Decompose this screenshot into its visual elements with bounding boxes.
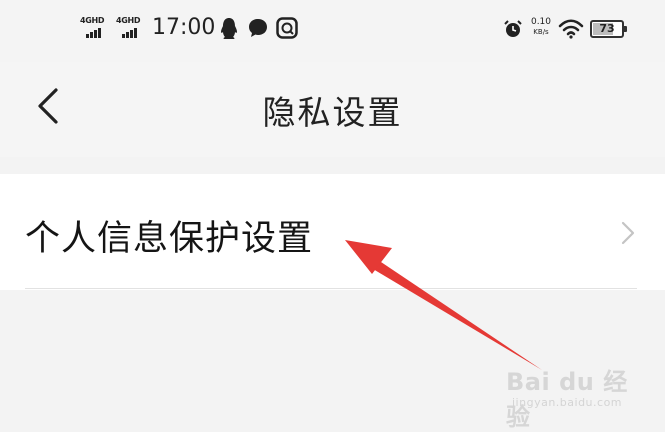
status-time: 17:00 (152, 15, 216, 40)
signal-4g-icon: 4GHD (80, 16, 110, 40)
signal-label: 4GHD (116, 16, 141, 25)
signal-4g-icon: 4GHD (116, 16, 146, 40)
chat-bubble-icon (249, 19, 267, 37)
watermark-sub: jingyan.baidu.com (512, 396, 623, 409)
alarm-clock-icon (504, 20, 522, 37)
battery-icon: 73 (590, 20, 627, 38)
settings-card: 个人信息保护设置 (0, 174, 665, 290)
divider (25, 288, 637, 289)
nav-bar: 隐私设置 (0, 62, 665, 157)
qq-icon (221, 18, 237, 39)
status-bar: 4GHD 4GHD 17:00 0.10 KB/s 73 (0, 0, 665, 62)
net-speed-value: 0.10 (530, 17, 552, 27)
page-title: 隐私设置 (262, 93, 403, 132)
chevron-right-icon (621, 221, 635, 245)
wifi-icon (558, 19, 584, 39)
row-label: 个人信息保护设置 (25, 219, 314, 259)
battery-level: 73 (599, 22, 615, 35)
signal-label: 4GHD (80, 16, 105, 25)
baidu-app-icon (276, 17, 298, 39)
watermark: Bai du 经验 jingyan.baidu.com (506, 362, 646, 431)
personal-info-protection-settings-row[interactable]: 个人信息保护设置 (0, 174, 665, 288)
net-speed-unit: KB/s (533, 28, 549, 36)
net-speed: 0.10 KB/s (528, 17, 554, 37)
